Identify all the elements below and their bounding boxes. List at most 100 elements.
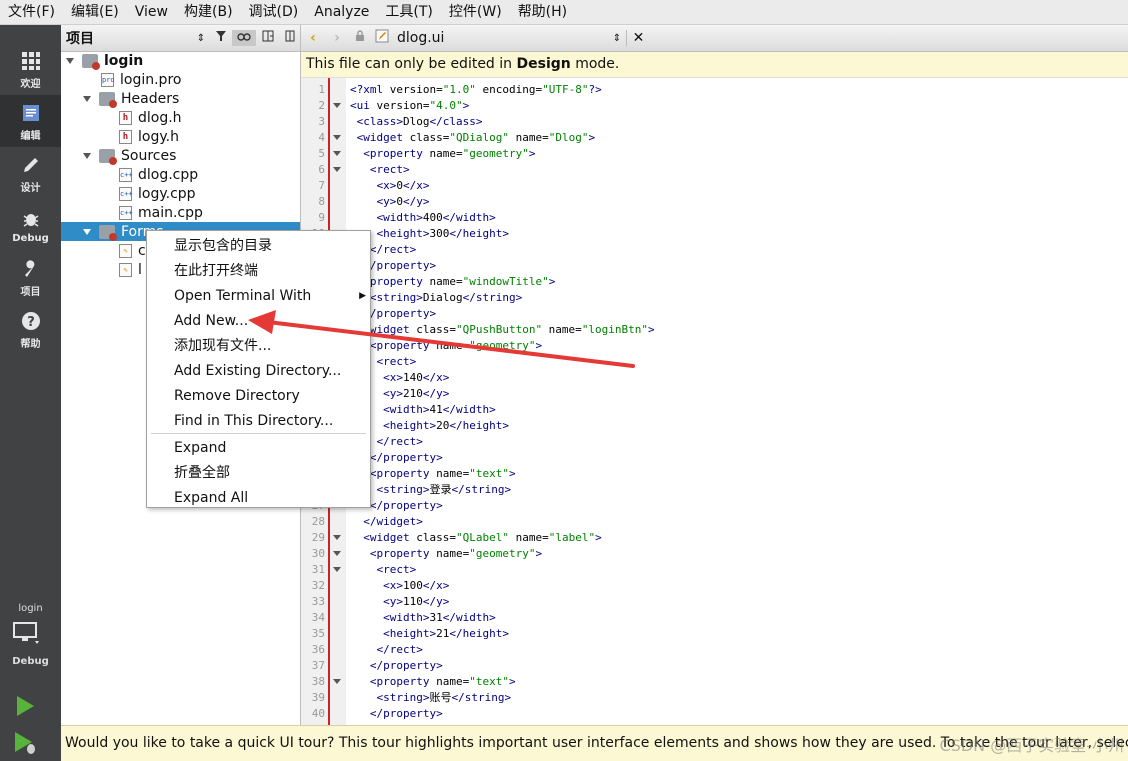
code-line: </widget> <box>363 515 423 528</box>
menu-item-remove-directory[interactable]: Remove Directory <box>147 384 370 409</box>
tree-item-file[interactable]: ✎ l <box>119 260 142 279</box>
menu-help[interactable]: 帮助(H) <box>510 0 575 25</box>
menu-edit[interactable]: 编辑(E) <box>63 0 127 25</box>
menu-widgets[interactable]: 控件(W) <box>441 0 510 25</box>
code-line: <x>0</x> <box>376 179 430 192</box>
menu-item-show-include-dirs[interactable]: 显示包含的目录 <box>147 234 370 259</box>
cpp-file-icon: c++ <box>119 186 133 201</box>
fold-marker-icon[interactable] <box>333 535 341 540</box>
mode-sidebar: 欢迎 编辑 设计 Debug 项目 ? 帮助 login Debug <box>0 25 61 761</box>
fold-marker-icon[interactable] <box>333 567 341 572</box>
tree-item-file[interactable]: h dlog.h <box>119 108 182 127</box>
menu-tools[interactable]: 工具(T) <box>377 0 440 25</box>
pencil-icon <box>19 153 43 177</box>
split-icon[interactable] <box>256 30 280 46</box>
lock-icon[interactable] <box>349 30 371 46</box>
menu-build[interactable]: 构建(B) <box>176 0 241 25</box>
line-number: 6 <box>318 163 325 176</box>
line-number: 2 <box>318 99 325 112</box>
editor-tab-filename[interactable]: dlog.ui <box>393 30 608 46</box>
fold-marker-icon[interactable] <box>333 103 341 108</box>
debug-run-button[interactable] <box>13 731 37 759</box>
mode-edit[interactable]: 编辑 <box>0 95 61 147</box>
line-number: 30 <box>311 547 325 560</box>
collapse-arrow-icon[interactable] <box>66 57 74 64</box>
menu-item-open-terminal-with[interactable]: Open Terminal With ▶ <box>147 284 370 309</box>
tree-item-file[interactable]: h logy.h <box>119 127 179 146</box>
cpp-file-icon: c++ <box>119 205 133 220</box>
mode-projects[interactable]: 项目 <box>0 251 61 303</box>
fold-marker-icon[interactable] <box>333 151 341 156</box>
code-line: </property> <box>369 707 443 720</box>
code-line: <property name="text"> <box>369 675 516 688</box>
fold-marker-icon[interactable] <box>333 135 341 140</box>
file-dropdown-icon[interactable]: ⇕ <box>608 33 626 44</box>
tree-item-file[interactable]: c++ dlog.cpp <box>119 165 198 184</box>
tree-item-file[interactable]: pro login.pro <box>101 70 181 89</box>
collapse-arrow-icon[interactable] <box>83 95 91 102</box>
tree-item-file[interactable]: ✎ c <box>119 241 146 260</box>
tree-item-label: login.pro <box>120 71 182 88</box>
kit-config-label: Debug <box>12 656 49 667</box>
fold-marker-icon[interactable] <box>333 679 341 684</box>
mode-label: 项目 <box>20 286 41 298</box>
menu-item-find-in-directory[interactable]: Find in This Directory... <box>147 409 370 434</box>
code-line: </property> <box>369 659 443 672</box>
code-line: <height>300</height> <box>376 227 509 240</box>
fold-marker-icon[interactable] <box>333 167 341 172</box>
menu-file[interactable]: 文件(F) <box>0 0 63 25</box>
menu-item-collapse-all[interactable]: 折叠全部 <box>147 461 370 486</box>
project-icon <box>82 53 100 70</box>
collapse-arrow-icon[interactable] <box>83 228 91 235</box>
menu-item-expand-all[interactable]: Expand All <box>147 486 370 508</box>
filter-icon[interactable] <box>210 30 232 46</box>
menu-item-expand[interactable]: Expand <box>147 436 370 461</box>
code-line: <property name="text"> <box>369 467 516 480</box>
menu-view[interactable]: View <box>127 0 176 25</box>
code-editor[interactable]: 1234567891011121314151617181920212223242… <box>301 78 1128 725</box>
mode-help[interactable]: ? 帮助 <box>0 303 61 355</box>
line-number: 39 <box>311 691 325 704</box>
run-button[interactable] <box>15 695 35 721</box>
mode-debug[interactable]: Debug <box>0 199 61 251</box>
header-file-icon: h <box>119 129 132 144</box>
line-number: 38 <box>311 675 325 688</box>
monitor-icon <box>13 622 39 648</box>
fold-marker-icon[interactable] <box>333 551 341 556</box>
tree-item-folder[interactable]: Sources <box>83 146 176 165</box>
mode-design[interactable]: 设计 <box>0 147 61 199</box>
bug-icon <box>19 207 43 231</box>
menu-item-add-new[interactable]: Add New... <box>147 309 370 334</box>
menu-debug[interactable]: 调试(D) <box>241 0 307 25</box>
code-line: </rect> <box>376 643 423 656</box>
close-file-icon[interactable]: ✕ <box>626 30 650 46</box>
code-line: <string>Dialog</string> <box>369 291 523 304</box>
code-line: <string>账号</string> <box>376 691 512 704</box>
back-icon[interactable]: ‹ <box>301 30 325 46</box>
forward-icon[interactable]: › <box>325 30 349 46</box>
infobar-prefix: This file can only be edited in <box>306 56 517 72</box>
menu-item-open-terminal-here[interactable]: 在此打开终端 <box>147 259 370 284</box>
menu-analyze[interactable]: Analyze <box>306 0 377 25</box>
tree-item-folder[interactable]: Headers <box>83 89 179 108</box>
line-number: 29 <box>311 531 325 544</box>
tree-item-project[interactable]: login <box>66 51 143 70</box>
tree-item-label: logy.cpp <box>138 185 196 202</box>
ui-file-icon: ✎ <box>119 262 132 277</box>
edit-icon <box>19 101 43 125</box>
menu-item-add-existing-directory[interactable]: Add Existing Directory... <box>147 359 370 384</box>
menu-item-add-existing-files[interactable]: 添加现有文件... <box>147 334 370 359</box>
line-number: 31 <box>311 563 325 576</box>
mode-welcome[interactable]: 欢迎 <box>0 43 61 95</box>
code-line: <rect> <box>369 163 410 176</box>
link-icon[interactable] <box>232 30 256 46</box>
sort-icon[interactable]: ⇕ <box>192 33 210 44</box>
line-number: 28 <box>311 515 325 528</box>
line-number: 33 <box>311 595 325 608</box>
tree-item-file[interactable]: c++ logy.cpp <box>119 184 196 203</box>
tree-item-file[interactable]: c++ main.cpp <box>119 203 203 222</box>
design-mode-infobar: This file can only be edited in Design m… <box>301 52 1128 78</box>
kit-selector-button[interactable] <box>13 622 39 644</box>
close-pane-icon[interactable] <box>280 30 300 46</box>
collapse-arrow-icon[interactable] <box>83 152 91 159</box>
